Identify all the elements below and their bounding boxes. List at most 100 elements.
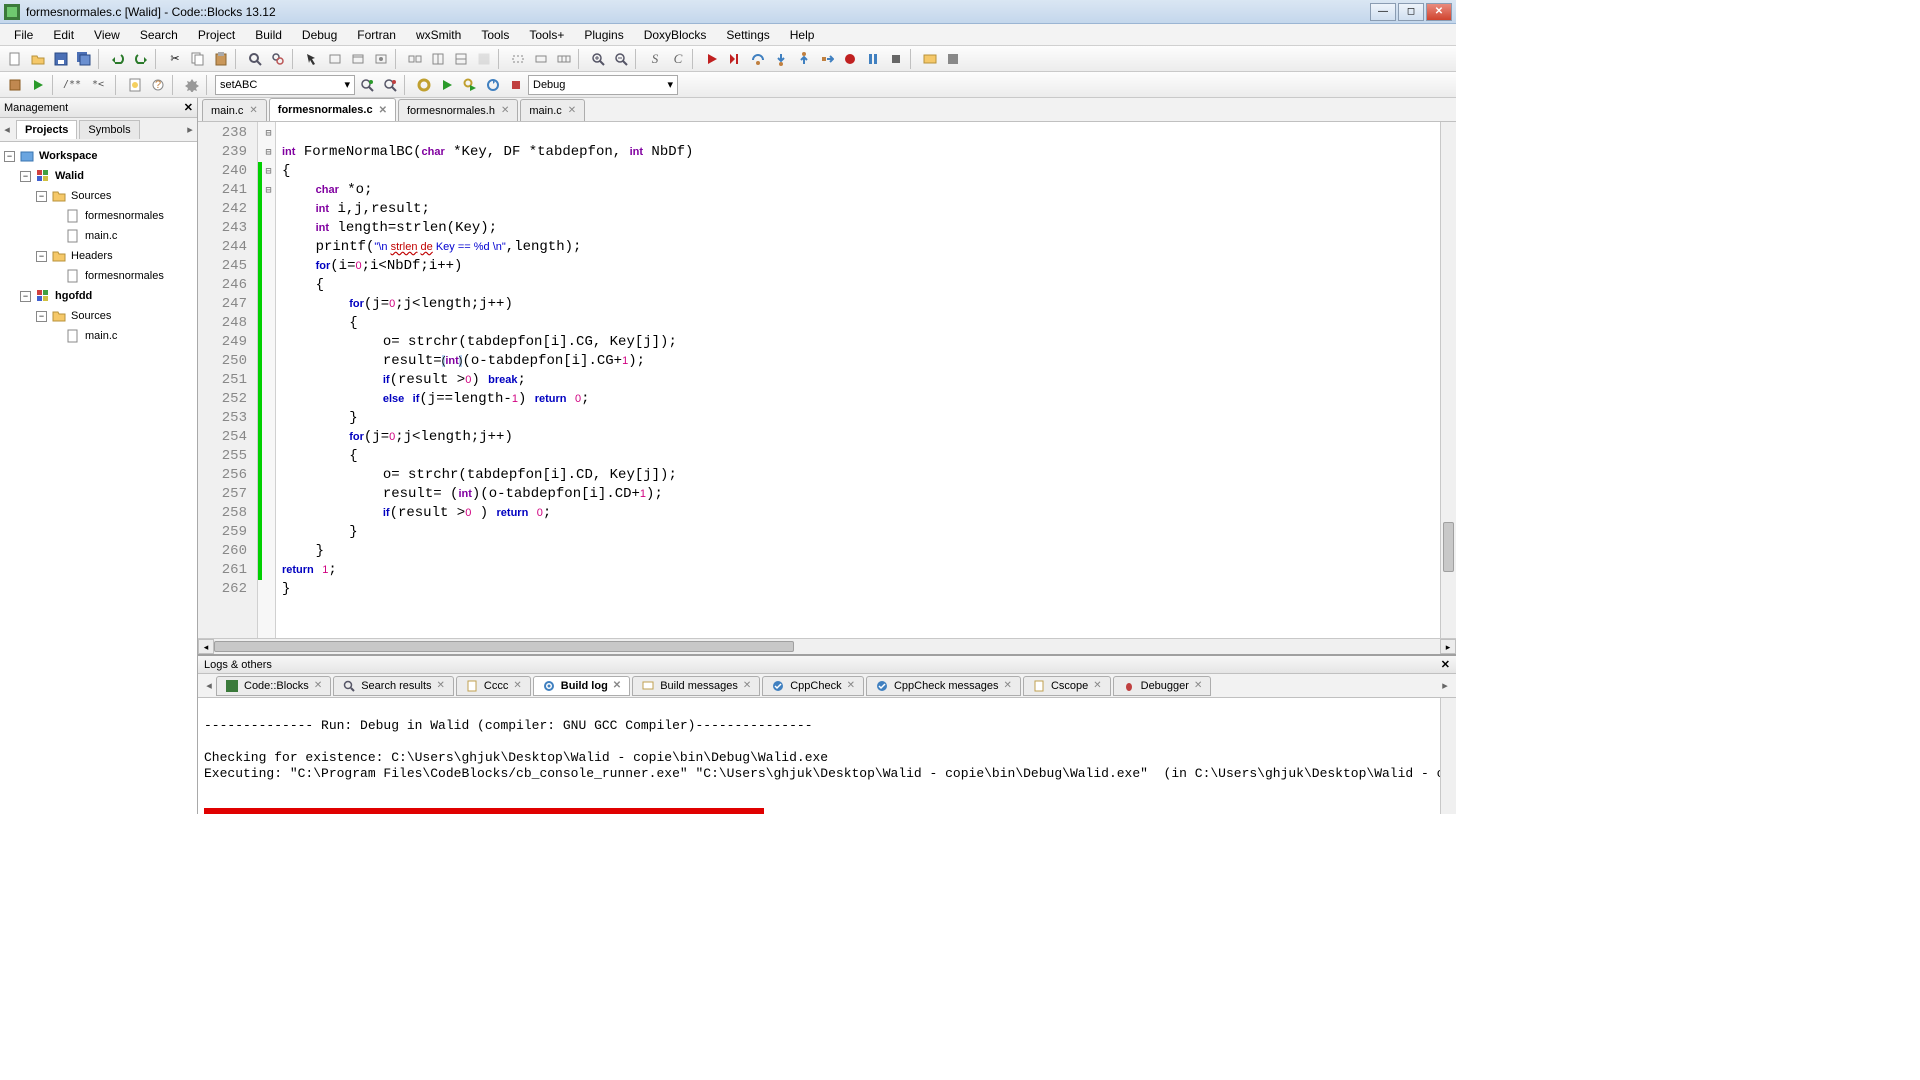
btn-d-icon[interactable] [404,48,426,70]
menu-doxyblocks[interactable]: DoxyBlocks [636,26,715,44]
maximize-button[interactable]: ◻ [1398,3,1424,21]
editor-vscroll[interactable] [1440,122,1456,638]
open-file-icon[interactable] [27,48,49,70]
run-icon[interactable] [701,48,723,70]
paste-icon[interactable] [210,48,232,70]
replace-icon[interactable] [267,48,289,70]
tab-close-icon[interactable]: ✕ [501,105,509,116]
info-icon[interactable] [942,48,964,70]
code-editor[interactable]: 238 239 240 241 242 243 244 245 246 247 … [198,122,1456,638]
build-log-content[interactable]: -------------- Run: Debug in Walid (comp… [198,698,1440,814]
logs-tab-buildlog[interactable]: Build log✕ [533,676,630,696]
target-selector[interactable]: Debug▾ [528,75,678,95]
save-icon[interactable] [50,48,72,70]
logs-tab-cppcheckmessages[interactable]: CppCheck messages✕ [866,676,1021,696]
file-tab[interactable]: main.c✕ [520,99,585,121]
run-green-icon[interactable] [436,74,458,96]
btn-b-icon[interactable] [347,48,369,70]
logs-close-icon[interactable]: ✕ [1441,658,1450,671]
btn-e-icon[interactable] [427,48,449,70]
hscroll-right[interactable]: ▸ [1440,639,1456,654]
logs-tab-buildmessages[interactable]: Build messages✕ [632,676,760,696]
btn-f-icon[interactable] [450,48,472,70]
menu-tools[interactable]: Tools+ [521,26,572,44]
minimize-button[interactable]: — [1370,3,1396,21]
menu-help[interactable]: Help [782,26,823,44]
doxy-icon[interactable] [4,74,26,96]
step-into-icon[interactable] [770,48,792,70]
doxy-chm-icon[interactable] [124,74,146,96]
menu-edit[interactable]: Edit [45,26,82,44]
btn-c-icon[interactable] [370,48,392,70]
undo-icon[interactable] [107,48,129,70]
tab-close-icon[interactable]: ✕ [568,105,576,116]
logs-tab-cccc[interactable]: Cccc✕ [456,676,531,696]
logs-tab-right[interactable]: ▸ [1438,679,1452,692]
goto-decl-icon[interactable] [356,74,378,96]
stop-icon[interactable] [885,48,907,70]
btn-h-icon[interactable] [507,48,529,70]
tree-folder-sources[interactable]: −Sources [0,186,197,206]
symbol-selector[interactable]: setABC▾ [215,75,355,95]
logs-vscroll[interactable] [1440,698,1456,814]
file-tab[interactable]: formesnormales.h✕ [398,99,518,121]
menu-tools[interactable]: Tools [473,26,517,44]
logs-tab-cscope[interactable]: Cscope✕ [1023,676,1111,696]
management-close-icon[interactable]: ✕ [184,101,193,114]
menu-build[interactable]: Build [247,26,290,44]
tab-symbols[interactable]: Symbols [79,120,139,139]
btn-g-icon[interactable] [473,48,495,70]
menu-fortran[interactable]: Fortran [349,26,404,44]
zoom-out-icon[interactable] [610,48,632,70]
tree-project-walid[interactable]: −Walid [0,166,197,186]
tree-project-hgofdd[interactable]: −hgofdd [0,286,197,306]
tree-folder-headers[interactable]: −Headers [0,246,197,266]
debug-continue-icon[interactable] [724,48,746,70]
menu-file[interactable]: File [6,26,41,44]
tree-workspace[interactable]: −Workspace [0,146,197,166]
step-out-icon[interactable] [793,48,815,70]
cut-icon[interactable]: ✂ [164,48,186,70]
btn-a-icon[interactable] [324,48,346,70]
find-icon[interactable] [244,48,266,70]
logs-tab-codeblocks[interactable]: Code::Blocks✕ [216,676,331,696]
build-run-icon[interactable] [459,74,481,96]
tree-file[interactable]: main.c [0,326,197,346]
btn-i-icon[interactable] [530,48,552,70]
hscroll-left[interactable]: ◂ [198,639,214,654]
copy-icon[interactable] [187,48,209,70]
save-all-icon[interactable] [73,48,95,70]
toggle-comment-icon[interactable]: C [667,48,689,70]
menu-project[interactable]: Project [190,26,243,44]
comment-block-icon[interactable]: /** [61,74,83,96]
step-over-icon[interactable] [747,48,769,70]
toggle-source-icon[interactable]: S [644,48,666,70]
menu-search[interactable]: Search [132,26,186,44]
tree-file[interactable]: formesnormales [0,206,197,226]
debug-windows-icon[interactable] [919,48,941,70]
mgmt-tab-right-arrow[interactable]: ▸ [183,123,197,136]
editor-hscroll[interactable]: ◂ ▸ [198,638,1456,654]
tab-close-icon[interactable]: ✕ [249,105,257,116]
tree-folder-sources[interactable]: −Sources [0,306,197,326]
menu-view[interactable]: View [86,26,128,44]
menu-settings[interactable]: Settings [718,26,777,44]
btn-j-icon[interactable] [553,48,575,70]
break-debug-icon[interactable] [839,48,861,70]
zoom-in-icon[interactable] [587,48,609,70]
tab-close-icon[interactable]: ✕ [379,105,387,116]
menu-wxsmith[interactable]: wxSmith [408,26,469,44]
file-tab[interactable]: formesnormales.c✕ [269,98,396,121]
logs-tab-cppcheck[interactable]: CppCheck✕ [762,676,864,696]
doxy-config-icon[interactable] [181,74,203,96]
abort-icon[interactable] [505,74,527,96]
project-tree[interactable]: −Workspace−Walid−Sourcesformesnormalesma… [0,142,197,814]
redo-icon[interactable] [130,48,152,70]
tree-file[interactable]: formesnormales [0,266,197,286]
fold-column[interactable]: ⊟ ⊟ ⊟ ⊟ [262,122,276,638]
doxy-html-icon[interactable]: ? [147,74,169,96]
code-content[interactable]: int FormeNormalBC(char *Key, DF *tabdepf… [276,122,1440,638]
pause-icon[interactable] [862,48,884,70]
select-icon[interactable] [301,48,323,70]
tree-file[interactable]: main.c [0,226,197,246]
